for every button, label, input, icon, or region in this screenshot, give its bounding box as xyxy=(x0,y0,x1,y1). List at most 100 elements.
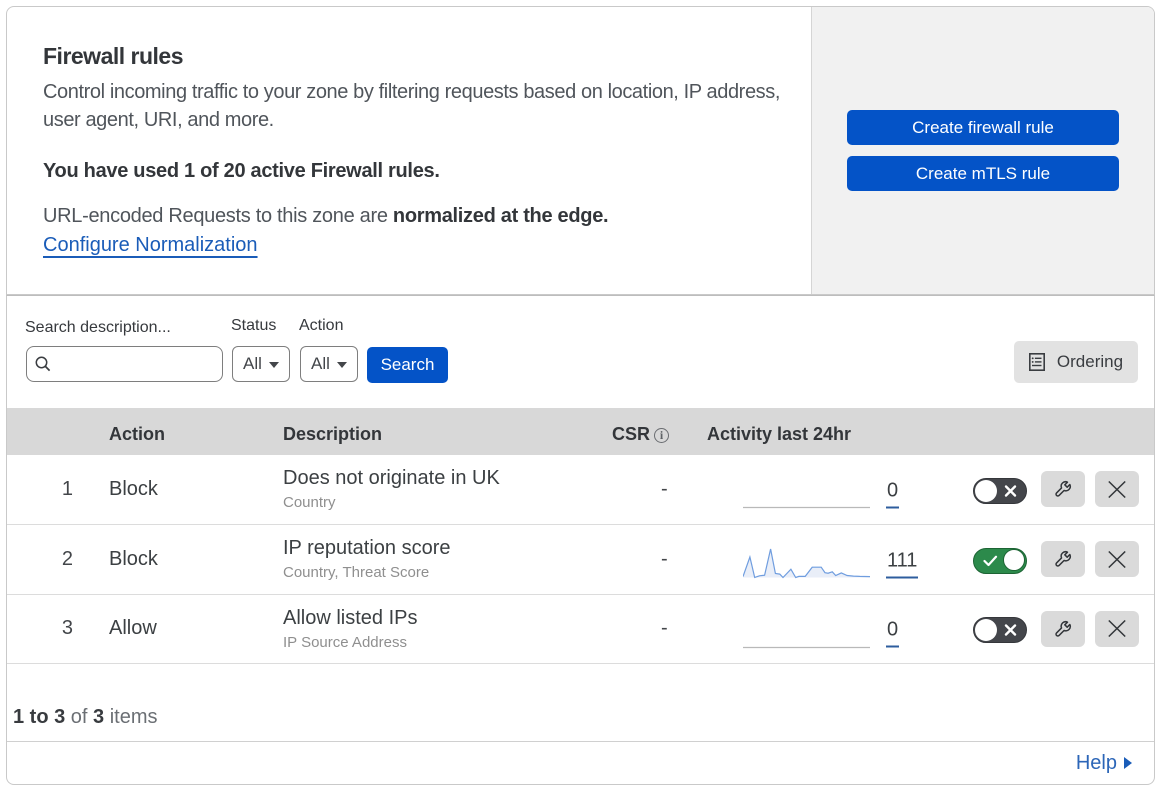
search-label: Search description... xyxy=(25,319,171,336)
help-link[interactable]: Help xyxy=(1076,752,1132,775)
toggle-x-icon xyxy=(1004,485,1017,497)
search-icon xyxy=(35,356,51,372)
activity-count: 0 xyxy=(886,619,900,648)
toggle-check-icon xyxy=(983,555,998,566)
rule-action-cell: Allow xyxy=(109,617,157,640)
x-icon xyxy=(1108,620,1126,638)
rule-priority-number: 1 xyxy=(61,477,73,500)
rule-enabled-toggle[interactable] xyxy=(973,547,1027,574)
rule-csr-cell: - xyxy=(608,548,701,571)
firewall-rules-page: Firewall rules Control incoming traffic … xyxy=(0,0,1161,791)
rule-criteria: IP Source Address xyxy=(283,633,407,651)
column-header-csr: CSR i xyxy=(608,424,701,445)
rule-enabled-toggle[interactable] xyxy=(973,617,1027,644)
rule-row: 3 Allow Allow listed IPs IP Source Addre… xyxy=(7,594,1154,665)
items-count-text: 1 to 3 of 3 items xyxy=(13,706,158,729)
rule-controls-cell xyxy=(959,610,1154,647)
activity-count: 0 xyxy=(886,479,900,509)
edit-rule-button[interactable] xyxy=(1041,541,1085,578)
edit-rule-button[interactable] xyxy=(1041,610,1085,647)
activity-sparkline xyxy=(743,506,870,509)
csr-value: - xyxy=(661,547,668,570)
column-header-description: Description xyxy=(283,424,383,444)
rule-controls-cell xyxy=(959,541,1154,578)
edit-rule-button[interactable] xyxy=(1041,471,1085,508)
status-dropdown[interactable]: All xyxy=(232,346,290,382)
rule-criteria: Country xyxy=(283,494,336,512)
delete-rule-button[interactable] xyxy=(1095,541,1139,578)
x-icon xyxy=(1108,550,1126,568)
wrench-icon xyxy=(1055,481,1071,498)
ordering-button[interactable]: Ordering xyxy=(1014,341,1138,383)
create-mtls-rule-button[interactable]: Create mTLS rule xyxy=(847,156,1119,191)
rule-activity-cell: 0 xyxy=(701,595,959,664)
header-actions-panel: Create firewall rule Create mTLS rule xyxy=(811,7,1154,294)
delete-rule-button[interactable] xyxy=(1095,471,1139,508)
items-count-row: 1 to 3 of 3 items xyxy=(7,664,1154,741)
search-input[interactable] xyxy=(57,355,207,373)
column-header-action: Action xyxy=(109,424,165,444)
create-firewall-rule-button[interactable]: Create firewall rule xyxy=(847,110,1119,145)
status-dropdown-value: All xyxy=(243,354,262,373)
rule-activity-cell: 0 xyxy=(701,455,959,524)
status-label: Status xyxy=(231,317,277,334)
rule-csr-cell: - xyxy=(608,478,701,501)
filter-bar: Search description... Status Action All … xyxy=(7,296,1154,408)
activity-count-link[interactable]: 0 xyxy=(886,619,900,648)
rule-description: IP reputation score xyxy=(283,537,451,560)
normalization-prefix: URL-encoded Requests to this zone are xyxy=(43,205,393,227)
header-card: Firewall rules Control incoming traffic … xyxy=(6,6,1155,295)
rule-priority-number: 3 xyxy=(61,617,73,640)
items-range: 1 to 3 xyxy=(13,705,66,728)
toggle-knob xyxy=(1003,549,1025,572)
rule-description-cell: IP reputation score Country, Threat Scor… xyxy=(280,537,608,581)
items-label: items xyxy=(104,705,158,728)
toggle-knob xyxy=(975,479,997,502)
configure-normalization-link[interactable]: Configure Normalization xyxy=(43,234,258,257)
csr-value: - xyxy=(661,477,668,500)
csr-value: - xyxy=(661,617,668,640)
chevron-down-icon xyxy=(336,362,347,368)
activity-sparkline xyxy=(743,646,870,648)
chevron-down-icon xyxy=(268,362,279,368)
rule-description: Allow listed IPs xyxy=(283,606,418,629)
rule-criteria: Country, Threat Score xyxy=(283,564,430,582)
table-header: Action Description CSR i Activity last 2… xyxy=(7,408,1154,455)
normalization-note: URL-encoded Requests to this zone are no… xyxy=(43,205,811,228)
csr-header-label: CSR xyxy=(612,424,651,444)
items-total: 3 xyxy=(93,705,105,728)
wrench-icon xyxy=(1055,621,1071,637)
toggle-x-icon xyxy=(1004,624,1017,637)
rule-priority-number: 2 xyxy=(61,547,73,570)
rule-description-cell: Allow listed IPs IP Source Address xyxy=(280,607,608,651)
rule-controls-cell xyxy=(959,471,1154,508)
activity-sparkline xyxy=(743,548,870,579)
page-description: Control incoming traffic to your zone by… xyxy=(43,81,781,131)
info-icon[interactable]: i xyxy=(654,427,670,443)
rules-list-card: Search description... Status Action All … xyxy=(6,295,1155,785)
x-icon xyxy=(1108,480,1126,498)
usage-statement: You have used 1 of 20 active Firewall ru… xyxy=(43,160,440,182)
rule-row: 2 Block IP reputation score Country, Thr… xyxy=(7,524,1154,595)
action-dropdown-value: All xyxy=(311,354,330,373)
rule-row: 1 Block Does not originate in UK Country… xyxy=(7,455,1154,525)
rule-activity-cell: 111 xyxy=(701,525,959,594)
activity-count: 111 xyxy=(886,549,919,579)
activity-count-link[interactable]: 0 xyxy=(886,479,900,509)
page-title: Firewall rules xyxy=(43,43,184,69)
rule-enabled-toggle[interactable] xyxy=(973,477,1027,504)
ordering-list-icon xyxy=(1028,353,1045,371)
help-arrow-icon xyxy=(1124,757,1132,770)
ordering-button-label: Ordering xyxy=(1056,352,1124,371)
action-dropdown[interactable]: All xyxy=(300,346,358,382)
wrench-icon xyxy=(1055,551,1071,567)
search-description-field[interactable] xyxy=(26,346,223,382)
delete-rule-button[interactable] xyxy=(1095,610,1139,647)
rule-description: Does not originate in UK xyxy=(283,467,500,490)
search-button[interactable]: Search xyxy=(367,347,448,383)
rules-table-body: 1 Block Does not originate in UK Country… xyxy=(7,455,1154,665)
activity-count-link[interactable]: 111 xyxy=(886,549,919,579)
toggle-knob xyxy=(975,619,997,642)
help-row: Help xyxy=(7,741,1154,784)
rule-csr-cell: - xyxy=(608,617,701,640)
